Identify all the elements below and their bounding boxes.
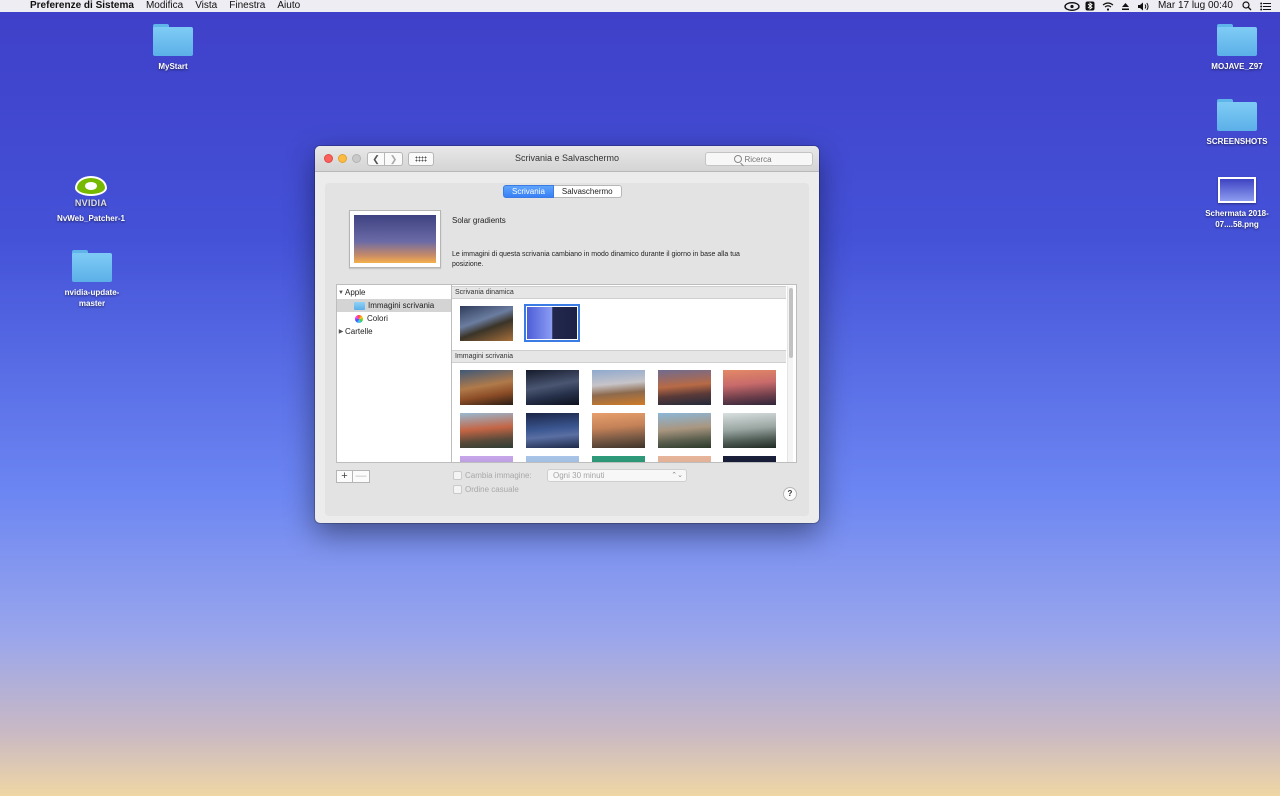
wallpaper-thumb[interactable] xyxy=(592,456,645,462)
help-button[interactable]: ? xyxy=(783,487,797,501)
sidebar-item-label: Cartelle xyxy=(345,327,373,336)
wallpaper-thumb[interactable] xyxy=(723,456,776,462)
random-order-option[interactable]: Ordine casuale xyxy=(453,485,519,494)
menu-aiuto[interactable]: Aiuto xyxy=(271,0,306,12)
solar-gradient-image xyxy=(527,307,577,339)
wallpaper-thumb[interactable] xyxy=(723,370,776,405)
wallpaper-description: Le immagini di questa scrivania cambiano… xyxy=(452,251,740,268)
disclosure-open-icon[interactable]: ▼ xyxy=(337,290,345,296)
sidebar-item-immagini-scrivania[interactable]: Immagini scrivania xyxy=(337,299,451,312)
wallpaper-thumb[interactable] xyxy=(526,456,579,462)
desktop-item-label: MOJAVE_Z97 xyxy=(1211,62,1263,71)
desktop-item-nvweb-patcher[interactable]: NVIDIA NvWeb_Patcher-1 xyxy=(46,174,136,224)
wallpaper-thumb[interactable] xyxy=(526,370,579,405)
add-remove-control: + — xyxy=(336,470,370,483)
tab-control: Scrivania Salvaschermo xyxy=(503,185,622,198)
folder-icon xyxy=(72,250,112,282)
interval-select[interactable]: Ogni 30 minuti ⌃⌄ xyxy=(547,469,687,482)
clock[interactable]: Mar 17 lug 00:40 xyxy=(1153,0,1238,12)
chevron-updown-icon: ⌃⌄ xyxy=(671,472,683,479)
preferences-window: ❮ ❯ Scrivania e Salvaschermo Scrivania S… xyxy=(315,146,819,523)
sidebar-item-label: Immagini scrivania xyxy=(368,301,435,310)
source-list: ▼ Apple Immagini scrivania Colori ▶ Cart… xyxy=(336,284,452,463)
menu-bar: Preferenze di Sistema Modifica Vista Fin… xyxy=(0,0,1280,12)
title-bar[interactable]: ❮ ❯ Scrivania e Salvaschermo xyxy=(315,146,819,172)
nvidia-icon[interactable] xyxy=(1063,0,1081,12)
image-file-icon xyxy=(1218,177,1256,203)
list-icon[interactable] xyxy=(1256,0,1274,12)
search-icon xyxy=(733,155,742,163)
desktop-item-mystart[interactable]: MyStart xyxy=(128,24,218,72)
eject-icon[interactable] xyxy=(1117,0,1135,12)
change-picture-option[interactable]: Cambia immagine: xyxy=(453,471,532,480)
desktop-item-nvidia-update[interactable]: nvidia-update-master xyxy=(46,250,138,309)
folder-icon xyxy=(354,301,365,310)
folder-icon xyxy=(153,24,193,56)
wallpaper-thumb[interactable] xyxy=(592,370,645,405)
wallpaper-preview xyxy=(349,210,441,268)
wallpaper-thumb[interactable] xyxy=(460,456,513,462)
desktop-item-screenshots[interactable]: SCREENSHOTS xyxy=(1192,99,1280,147)
sidebar-item-apple[interactable]: ▼ Apple xyxy=(337,286,451,299)
change-picture-label: Cambia immagine: xyxy=(465,471,532,480)
sidebar-item-label: Apple xyxy=(345,288,366,297)
desktop-item-label: SCREENSHOTS xyxy=(1206,137,1268,146)
bluetooth-icon[interactable] xyxy=(1081,0,1099,12)
random-order-checkbox[interactable] xyxy=(453,485,462,494)
volume-icon[interactable] xyxy=(1135,0,1153,12)
sidebar-item-colori[interactable]: Colori xyxy=(337,312,451,325)
section-header-dynamic: Scrivania dinamica xyxy=(452,286,786,299)
wallpaper-thumb[interactable] xyxy=(658,456,711,462)
desktop-item-label: nvidia-update-master xyxy=(64,288,120,308)
wallpaper-thumb[interactable] xyxy=(460,370,513,405)
color-wheel-icon xyxy=(355,314,363,323)
menu-finestra[interactable]: Finestra xyxy=(223,0,271,12)
wallpaper-name: Solar gradients xyxy=(452,216,506,225)
menu-vista[interactable]: Vista xyxy=(189,0,223,12)
menu-app-name[interactable]: Preferenze di Sistema xyxy=(24,0,140,12)
wallpaper-thumb-mojave-dynamic[interactable] xyxy=(460,306,513,341)
wallpaper-gallery: Scrivania dinamica Immagini scrivania xyxy=(452,284,797,463)
section-header-pictures: Immagini scrivania xyxy=(452,350,786,363)
desktop-item-mojave[interactable]: MOJAVE_Z97 xyxy=(1192,24,1280,72)
tab-salvaschermo[interactable]: Salvaschermo xyxy=(553,185,622,198)
status-area: Mar 17 lug 00:40 xyxy=(1063,0,1280,12)
desktop-item-label: MyStart xyxy=(158,62,188,71)
folder-icon xyxy=(1217,24,1257,56)
search-icon[interactable] xyxy=(1238,0,1256,12)
desktop-item-label: NvWeb_Patcher-1 xyxy=(57,214,125,223)
folder-icon xyxy=(1217,99,1257,131)
random-order-label: Ordine casuale xyxy=(465,485,519,494)
nvidia-app-icon: NVIDIA xyxy=(69,174,113,208)
sidebar-item-label: Colori xyxy=(367,314,388,323)
wallpaper-thumb[interactable] xyxy=(592,413,645,448)
preview-image xyxy=(354,215,436,263)
search-field[interactable] xyxy=(705,152,813,166)
wallpaper-thumb[interactable] xyxy=(460,413,513,448)
sidebar-item-cartelle[interactable]: ▶ Cartelle xyxy=(337,325,451,338)
wifi-icon[interactable] xyxy=(1099,0,1117,12)
desktop-item-screenshot-png[interactable]: Schermata 2018-07....58.png xyxy=(1192,172,1280,230)
wallpaper-thumb[interactable] xyxy=(526,413,579,448)
tab-scrivania[interactable]: Scrivania xyxy=(503,185,554,198)
wallpaper-thumb-solar-gradients[interactable] xyxy=(524,304,580,342)
disclosure-closed-icon[interactable]: ▶ xyxy=(337,328,345,335)
wallpaper-thumb[interactable] xyxy=(658,413,711,448)
change-picture-checkbox[interactable] xyxy=(453,471,462,480)
remove-folder-button[interactable]: — xyxy=(353,470,370,483)
add-folder-button[interactable]: + xyxy=(336,470,353,483)
interval-value: Ogni 30 minuti xyxy=(553,471,605,480)
menu-modifica[interactable]: Modifica xyxy=(140,0,189,12)
wallpaper-thumb[interactable] xyxy=(723,413,776,448)
wallpaper-thumb[interactable] xyxy=(658,370,711,405)
scrollbar-knob[interactable] xyxy=(789,288,793,358)
desktop-item-label: Schermata 2018-07....58.png xyxy=(1205,209,1269,229)
gallery-scrollbar[interactable] xyxy=(787,286,793,462)
search-input[interactable] xyxy=(744,154,785,164)
